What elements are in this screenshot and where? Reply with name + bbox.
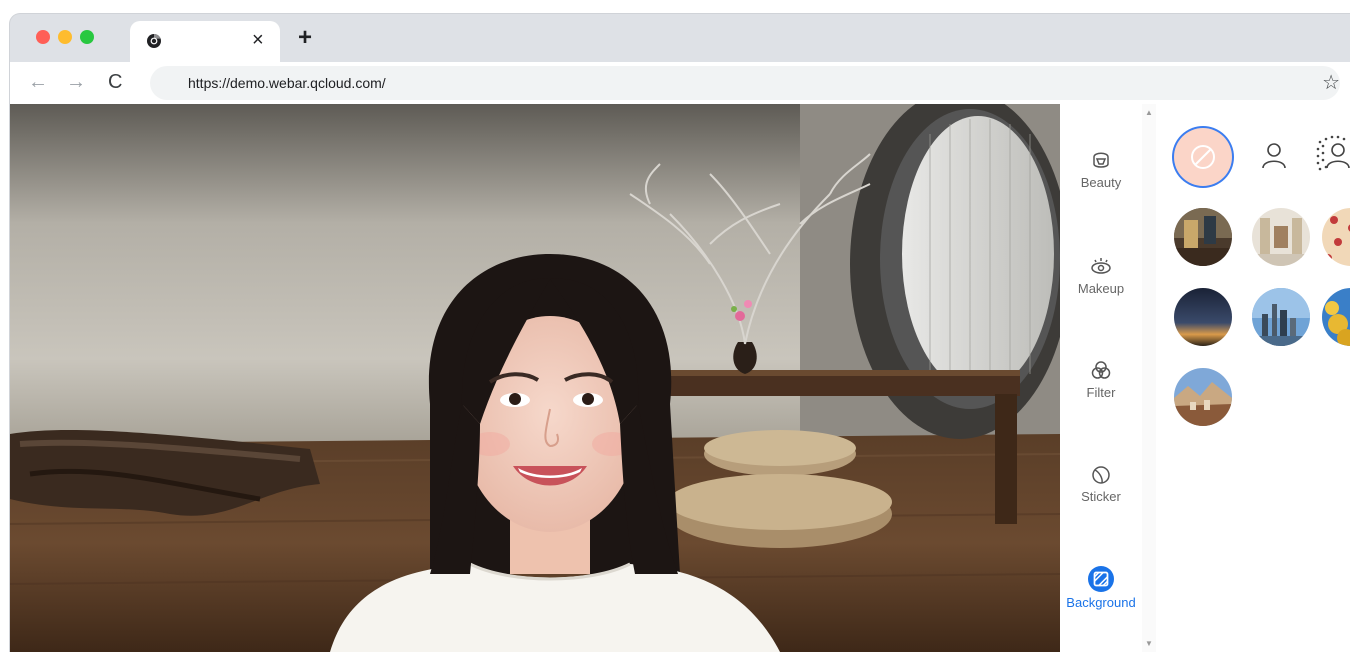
sidebar-item-filter[interactable]: Filter [1060,358,1142,402]
sidebar-item-label: Background [1066,595,1136,610]
browser-tab[interactable]: × [130,21,280,62]
sidebar-item-label: Filter [1086,385,1116,400]
beauty-icon [1093,152,1109,168]
maximize-window-button[interactable] [80,30,94,44]
camera-preview [10,104,1060,652]
back-button[interactable]: ← [28,70,48,94]
sidebar-item-label: Beauty [1080,175,1122,190]
close-window-button[interactable] [36,30,50,44]
browser-window: × + ← → C https://demo.webar.qcloud.com/… [10,14,1350,652]
bookmark-star-icon[interactable]: ☆ [1322,72,1340,94]
background-bright-lobby-thumbnail[interactable] [1252,208,1310,266]
scroll-up-icon[interactable]: ▲ [1145,108,1153,117]
sticker-icon [1092,466,1110,484]
sidebar-item-sticker[interactable]: Sticker [1060,462,1142,506]
background-options-panel [1156,104,1350,652]
scroll-down-icon[interactable]: ▼ [1145,639,1153,648]
filter-icon [1091,361,1111,379]
sidebar-item-background[interactable]: Background [1060,566,1142,612]
background-interior-room-thumbnail[interactable] [1174,208,1232,266]
person-icon[interactable] [1256,138,1292,174]
background-yellow-flowers-thumbnail[interactable] [1322,288,1350,346]
tab-close-icon[interactable]: × [252,29,264,51]
background-city-skyline-thumbnail[interactable] [1252,288,1310,346]
chrome-icon [147,33,161,48]
eye-icon [1091,258,1111,274]
url-text[interactable]: https://demo.webar.qcloud.com/ [188,75,386,91]
forward-button[interactable]: → [66,70,86,94]
effects-sidebar: Beauty Makeup Filter Sticker Background [1060,104,1142,652]
minimize-window-button[interactable] [58,30,72,44]
background-icon [1088,566,1114,592]
sidebar-item-label: Makeup [1077,281,1125,296]
sidebar-scrollbar[interactable]: ▲ ▼ [1142,104,1156,652]
sidebar-item-label: Sticker [1081,489,1121,504]
new-tab-button[interactable]: + [298,26,312,50]
reload-button[interactable]: C [108,70,122,94]
virtual-background-scene [10,104,1060,652]
browser-toolbar: ← → C https://demo.webar.qcloud.com/ ☆ [10,62,1350,104]
background-mountain-town-thumbnail[interactable] [1174,368,1232,426]
sidebar-item-beauty[interactable]: Beauty [1060,148,1142,192]
blur-person-icon[interactable] [1314,134,1350,174]
background-night-sky-thumbnail[interactable] [1174,288,1232,346]
tab-strip: × + [10,14,1350,62]
page-content: Beauty Makeup Filter Sticker Background … [10,104,1350,652]
background-red-flower-pattern-thumbnail[interactable] [1322,208,1350,266]
no-background-button[interactable] [1174,128,1232,186]
address-bar[interactable]: https://demo.webar.qcloud.com/ ☆ [150,66,1340,100]
window-controls [36,30,94,44]
sidebar-item-makeup[interactable]: Makeup [1060,254,1142,298]
none-icon [1191,145,1215,169]
